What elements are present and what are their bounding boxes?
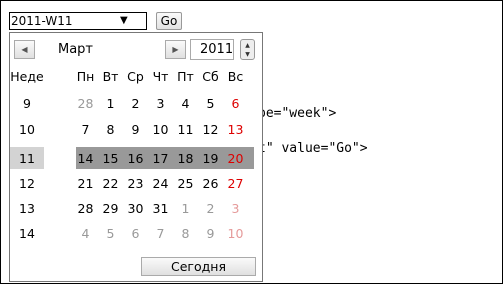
prev-month-button[interactable]: ◀	[14, 40, 35, 59]
day-cell[interactable]: 25	[176, 173, 195, 194]
day-cell[interactable]: 30	[126, 198, 145, 219]
day-cell[interactable]: 9	[201, 223, 220, 244]
day-cell[interactable]: 10	[151, 119, 170, 140]
day-cell[interactable]: 1	[101, 93, 120, 114]
month-label: Март	[58, 42, 94, 57]
day-cell[interactable]: 28	[76, 93, 95, 114]
day-cell[interactable]: 18	[176, 148, 195, 169]
year-field[interactable]: 2011	[190, 39, 234, 60]
day-cell[interactable]: 16	[126, 148, 145, 169]
week-number[interactable]: 10	[10, 119, 44, 140]
day-cell[interactable]: 9	[126, 119, 145, 140]
day-cell[interactable]: 4	[76, 223, 95, 244]
day-cell[interactable]: 24	[151, 173, 170, 194]
day-cell[interactable]: 2	[126, 93, 145, 114]
day-cell[interactable]: 5	[101, 223, 120, 244]
week-input-value: 2011-W11	[11, 14, 73, 28]
week-column-header: Неде	[10, 69, 44, 84]
day-header: Ср	[127, 69, 144, 84]
day-cell[interactable]: 10	[226, 223, 245, 244]
day-cell[interactable]: 3	[151, 93, 170, 114]
day-cell[interactable]: 31	[151, 198, 170, 219]
day-cell[interactable]: 12	[201, 119, 220, 140]
day-cell[interactable]: 17	[151, 148, 170, 169]
calendar-popup: ◀ Март ▶ 2011 ▲ ▼ Неде Пн Вт Ср Чт Пт Сб Вс 9 28 1…	[9, 32, 263, 282]
day-cell[interactable]: 7	[151, 223, 170, 244]
day-cell[interactable]: 8	[176, 223, 195, 244]
triangle-right-icon: ▶	[172, 45, 179, 54]
day-cell[interactable]: 29	[101, 198, 120, 219]
day-cell[interactable]: 27	[226, 173, 245, 194]
day-cell[interactable]: 1	[176, 198, 195, 219]
week-number[interactable]: 9	[10, 93, 44, 114]
day-cell[interactable]: 26	[201, 173, 220, 194]
today-button[interactable]: Сегодня	[141, 257, 256, 276]
day-cell[interactable]: 15	[101, 148, 120, 169]
week-number[interactable]: 11	[10, 148, 44, 169]
code-line-1: pe="week">	[258, 106, 337, 121]
triangle-left-icon: ◀	[21, 45, 28, 54]
day-cell[interactable]: 2	[201, 198, 220, 219]
week-number[interactable]: 14	[10, 223, 44, 244]
day-cell[interactable]: 6	[226, 93, 245, 114]
spin-down-icon[interactable]: ▼	[243, 51, 252, 58]
day-cell[interactable]: 4	[176, 93, 195, 114]
week-number[interactable]: 12	[10, 173, 44, 194]
day-header: Пт	[177, 69, 194, 84]
week-number[interactable]: 13	[10, 198, 44, 219]
day-cell[interactable]: 20	[226, 148, 245, 169]
dropdown-arrow-icon[interactable]: ▼	[120, 13, 128, 29]
day-cell[interactable]: 23	[126, 173, 145, 194]
day-cell[interactable]: 21	[76, 173, 95, 194]
day-cell[interactable]: 6	[126, 223, 145, 244]
year-spinner[interactable]: ▲ ▼	[240, 39, 255, 60]
day-header: Чт	[152, 69, 169, 84]
go-button[interactable]: Go	[156, 12, 182, 30]
day-cell[interactable]: 8	[101, 119, 120, 140]
day-cell[interactable]: 11	[176, 119, 195, 140]
day-cell[interactable]: 7	[76, 119, 95, 140]
spin-up-icon[interactable]: ▲	[243, 42, 252, 49]
code-line-2: t" value="Go">	[258, 141, 368, 156]
day-header: Пн	[76, 69, 95, 84]
day-header: Сб	[202, 69, 219, 84]
day-cell[interactable]: 28	[76, 198, 95, 219]
day-cell[interactable]: 14	[76, 148, 95, 169]
day-cell[interactable]: 22	[101, 173, 120, 194]
day-header: Вт	[102, 69, 119, 84]
day-cell[interactable]: 3	[226, 198, 245, 219]
day-cell[interactable]: 13	[226, 119, 245, 140]
day-cell[interactable]: 5	[201, 93, 220, 114]
week-input[interactable]: 2011-W11 ▼	[9, 12, 147, 30]
day-header: Вс	[227, 69, 244, 84]
day-cell[interactable]: 19	[201, 148, 220, 169]
next-month-button[interactable]: ▶	[165, 40, 186, 59]
